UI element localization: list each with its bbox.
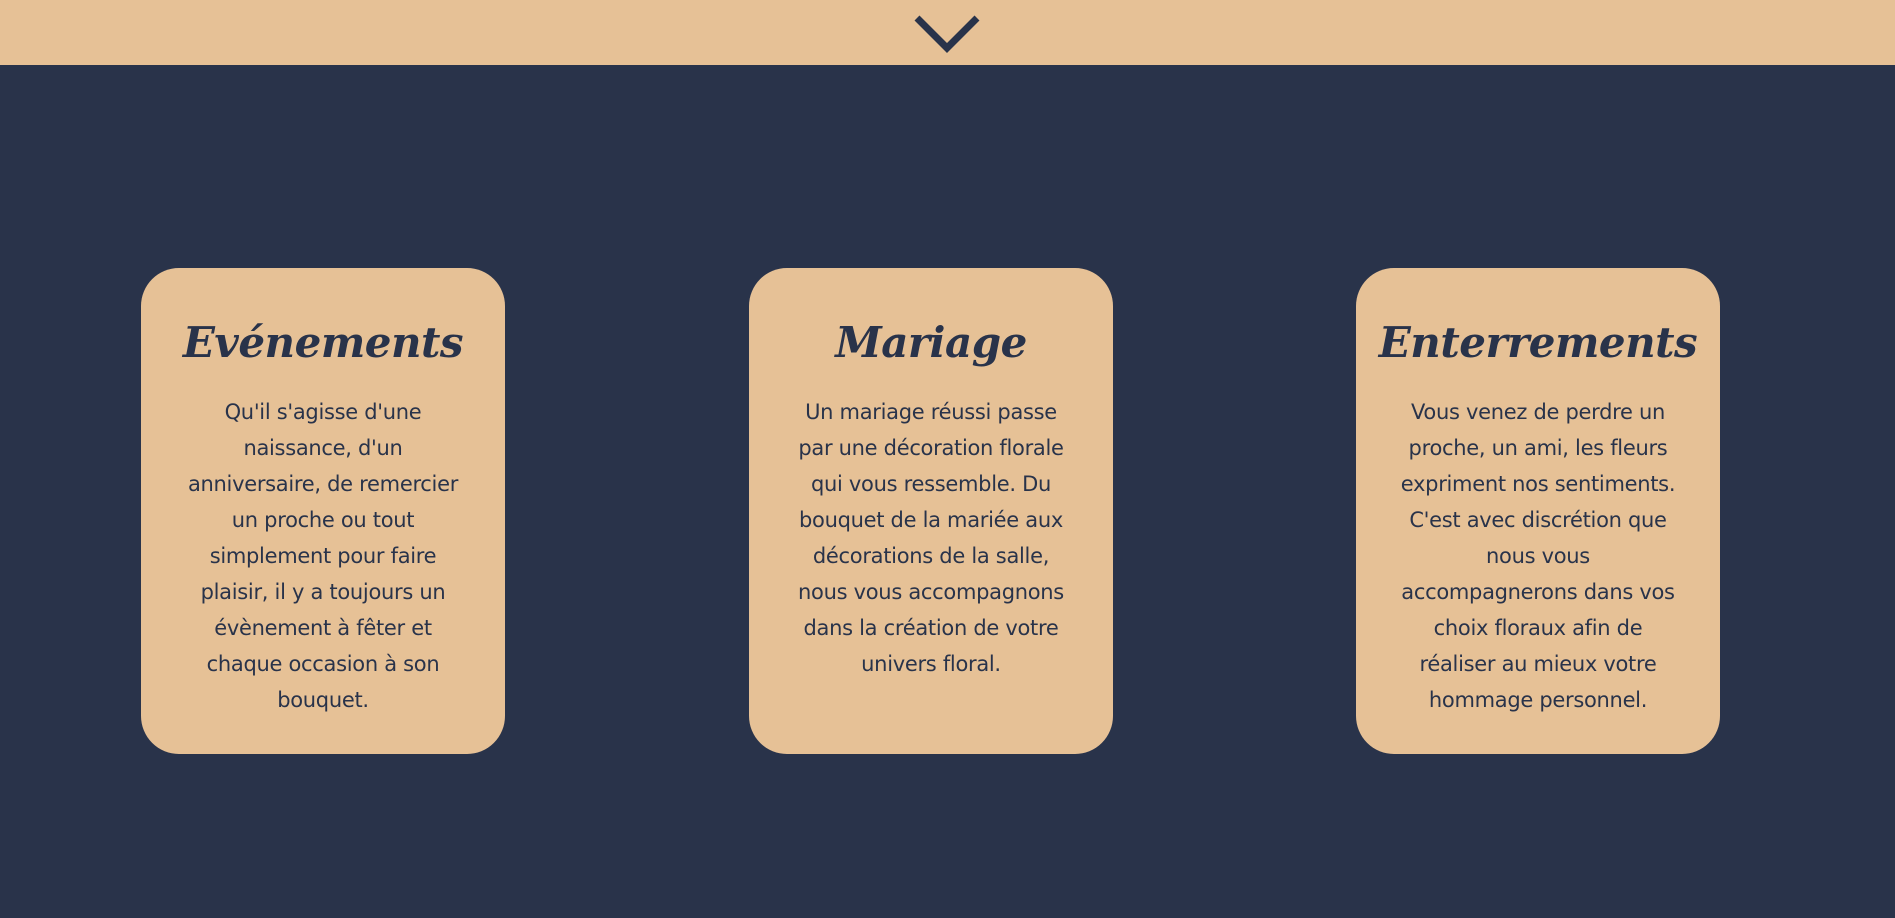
card-line: C'est avec discrétion que — [1409, 508, 1667, 532]
card-line: nous vous — [1486, 544, 1590, 568]
card-title: Enterrements — [1378, 318, 1698, 367]
card-line: univers floral. — [861, 652, 1001, 676]
card-line: hommage personnel. — [1428, 688, 1648, 712]
card-line: décorations de la salle, — [812, 544, 1050, 568]
card-line: qui vous ressemble. Du — [810, 472, 1052, 496]
card-line: Qu'il s'agisse d'une — [224, 400, 422, 424]
card-enterrements: Enterrements Vous venez de perdre un pro… — [1356, 268, 1720, 754]
card-title: Evénements — [182, 318, 464, 367]
top-banner — [0, 0, 1895, 65]
card-line: Vous venez de perdre un — [1410, 400, 1666, 424]
card-line: naissance, d'un — [243, 436, 403, 460]
card-line: bouquet de la mariée aux — [799, 508, 1063, 532]
card-line: dans la création de votre — [803, 616, 1059, 640]
card-line: simplement pour faire — [209, 544, 437, 568]
card-description: Un mariage réussi passe par une décorati… — [783, 394, 1079, 682]
card-line: Un mariage réussi passe — [805, 400, 1057, 424]
card-line: chaque occasion à son — [206, 652, 440, 676]
card-line: choix floraux afin de — [1433, 616, 1643, 640]
card-line: évènement à fêter et — [214, 616, 432, 640]
card-line: proche, un ami, les fleurs — [1408, 436, 1668, 460]
card-line: anniversaire, de remercier — [187, 472, 459, 496]
chevron-down-icon[interactable] — [914, 14, 980, 54]
card-line: un proche ou tout — [231, 508, 415, 532]
card-line: plaisir, il y a toujours un — [200, 580, 446, 604]
card-description: Qu'il s'agisse d'une naissance, d'un ann… — [175, 394, 471, 718]
card-line: nous vous accompagnons — [798, 580, 1064, 604]
card-line: accompagnerons dans vos — [1401, 580, 1675, 604]
card-line: bouquet. — [277, 688, 369, 712]
card-title: Mariage — [835, 318, 1027, 367]
card-mariage: Mariage Un mariage réussi passe par une … — [749, 268, 1113, 754]
card-line: expriment nos sentiments. — [1400, 472, 1676, 496]
services-section: Evénements Qu'il s'agisse d'une naissanc… — [0, 268, 1895, 754]
card-description: Vous venez de perdre un proche, un ami, … — [1390, 394, 1686, 718]
card-line: réaliser au mieux votre — [1419, 652, 1657, 676]
card-line: par une décoration florale — [798, 436, 1064, 460]
card-evenements: Evénements Qu'il s'agisse d'une naissanc… — [141, 268, 505, 754]
